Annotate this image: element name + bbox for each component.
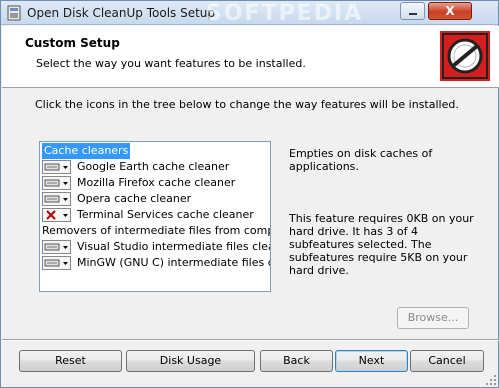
title-bar[interactable]: Open Disk CleanUp Tools Setup SOFTPEDIA … — [1, 1, 498, 26]
tree-item-visual-studio[interactable]: Visual Studio intermediate files cleaner — [40, 239, 270, 255]
separator — [2, 339, 499, 341]
tree-item-label: Google Earth cache cleaner — [77, 160, 230, 173]
header-banner: Custom Setup Select the way you want fea… — [2, 26, 499, 88]
back-button[interactable]: Back — [260, 350, 333, 372]
tree-item-cache-cleaners[interactable]: Cache cleaners — [40, 143, 270, 159]
tree-item-firefox[interactable]: Mozilla Firefox cache cleaner — [40, 175, 270, 191]
tree-item-label: Removers of intermediate files from comp… — [42, 224, 270, 237]
install-local-icon[interactable] — [42, 240, 71, 254]
feature-space-details: This feature requires 0KB on your hard d… — [289, 212, 474, 277]
tree-item-mingw[interactable]: MinGW (GNU C) intermediate files cleaner — [40, 255, 270, 271]
minimize-button[interactable] — [400, 2, 425, 20]
instruction-text: Click the icons in the tree below to cha… — [35, 98, 459, 111]
tree-item-label: Terminal Services cache cleaner — [77, 208, 254, 221]
tree-item-label: MinGW (GNU C) intermediate files cleaner — [77, 256, 270, 269]
install-local-icon[interactable] — [42, 176, 71, 190]
installer-icon — [7, 5, 21, 21]
tree-item-terminal-services[interactable]: Terminal Services cache cleaner — [40, 207, 270, 223]
tree-item-opera[interactable]: Opera cache cleaner — [40, 191, 270, 207]
next-button[interactable]: Next — [335, 350, 408, 372]
reset-button[interactable]: Reset — [19, 350, 122, 372]
install-local-icon[interactable] — [42, 192, 71, 206]
tree-item-label: Opera cache cleaner — [77, 192, 192, 205]
resize-grip-icon[interactable] — [485, 374, 497, 386]
tree-item-label: Mozilla Firefox cache cleaner — [77, 176, 236, 189]
not-installed-icon[interactable] — [42, 208, 71, 222]
close-button[interactable]: X — [428, 2, 472, 20]
disk-usage-button[interactable]: Disk Usage — [126, 350, 255, 372]
window-title: Open Disk CleanUp Tools Setup — [27, 6, 216, 20]
watermark: SOFTPEDIA — [206, 1, 364, 26]
tree-item-label: Visual Studio intermediate files cleaner — [77, 240, 270, 253]
page-title: Custom Setup — [25, 36, 120, 50]
app-logo — [440, 31, 490, 81]
setup-window: Open Disk CleanUp Tools Setup SOFTPEDIA … — [0, 0, 499, 388]
tree-item-google-earth[interactable]: Google Earth cache cleaner — [40, 159, 270, 175]
tree-item-compilation-removers[interactable]: Removers of intermediate files from comp… — [40, 223, 270, 239]
cancel-button[interactable]: Cancel — [410, 350, 484, 372]
install-local-icon[interactable] — [42, 160, 71, 174]
feature-tree[interactable]: Cache cleaners Google Earth cache cleane… — [39, 141, 271, 292]
feature-summary: Empties on disk caches of applications. — [289, 147, 433, 173]
browse-button[interactable]: Browse... — [397, 307, 469, 329]
install-local-icon[interactable] — [42, 256, 71, 270]
tree-item-label: Cache cleaners — [42, 143, 131, 159]
page-subtitle: Select the way you want features to be i… — [36, 57, 306, 70]
feature-description: Empties on disk caches of applications. … — [284, 141, 479, 293]
